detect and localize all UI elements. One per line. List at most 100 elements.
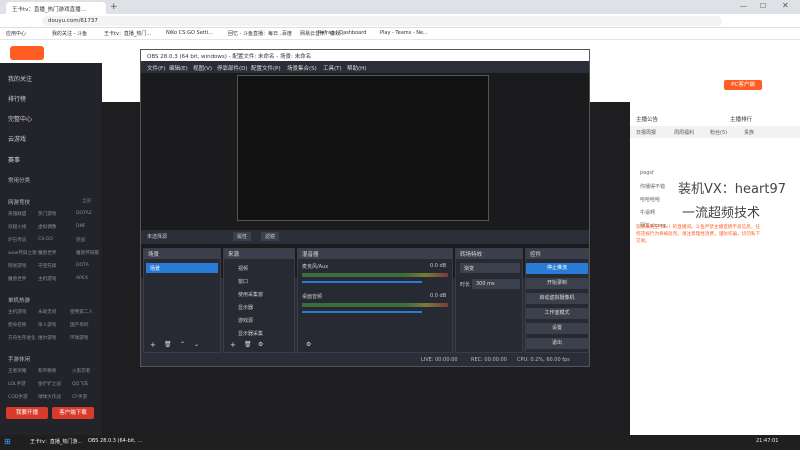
sidebar-game-link[interactable]: 金铲铲之战 — [38, 381, 61, 387]
sidebar-game-link[interactable]: 逆战 — [76, 237, 85, 243]
windows-start-icon[interactable]: ⊞ — [4, 437, 11, 446]
sidebar-game-link[interactable]: LOL手游 — [8, 381, 26, 387]
sidebar-game-link[interactable]: APEX — [76, 276, 88, 281]
tab-daily[interactable]: 日报周报 — [636, 129, 656, 136]
sidebar-game-link[interactable]: 热门游戏 — [38, 211, 56, 217]
minimize-window-button[interactable]: — — [740, 2, 747, 10]
filters-button[interactable]: 滤镜 — [261, 232, 280, 241]
stop-streaming-button[interactable]: 停止推流 — [526, 263, 588, 274]
add-scene-icon[interactable]: + — [150, 341, 156, 349]
sidebar-game-link[interactable]: 主机游戏 — [38, 276, 56, 282]
menu-tools[interactable]: 工具(T) — [323, 64, 342, 72]
sidebar-game-link[interactable]: COD手游 — [8, 394, 28, 400]
sidebar-item-esports[interactable]: 赛事 — [8, 155, 20, 164]
delete-scene-icon[interactable]: 🗑 — [164, 341, 172, 348]
bookmark-item[interactable]: 应用中心 — [6, 30, 26, 37]
source-item[interactable]: 视频 — [226, 263, 298, 273]
duration-input[interactable]: 300 ms — [472, 279, 520, 289]
menu-scene-collection[interactable]: 场景集合(S) — [287, 64, 317, 72]
address-input[interactable]: douyu.com/61737 — [42, 16, 722, 26]
tab-fans[interactable]: 粉丝(5) — [710, 129, 727, 136]
source-item[interactable]: 游戏源 — [226, 315, 298, 325]
sidebar-game-link[interactable]: 使命召唤 — [8, 322, 26, 328]
new-tab-button[interactable]: + — [110, 2, 118, 12]
sidebar-game-link[interactable]: 环球游戏 — [70, 335, 88, 341]
volume-slider[interactable] — [302, 311, 422, 313]
sidebar-item-rank[interactable]: 排行榜 — [8, 94, 26, 103]
add-source-icon[interactable]: + — [230, 341, 236, 349]
sidebar-game-link[interactable]: 球球大作战 — [38, 394, 61, 400]
menu-edit[interactable]: 编辑(E) — [169, 64, 188, 72]
sidebar-game-link[interactable]: 魔兽世界 — [8, 276, 26, 282]
studio-mode-button[interactable]: 工作室模式 — [526, 308, 588, 319]
bookmark-item[interactable]: NiKo CS:GO Setti... — [166, 30, 213, 36]
sidebar-game-link[interactable]: DOTA — [76, 263, 89, 268]
sidebar-game-link[interactable]: 单人游戏 — [38, 322, 56, 328]
settings-button[interactable]: 设置 — [526, 323, 588, 334]
sidebar-game-link[interactable]: 守望先锋 — [38, 263, 56, 269]
close-window-button[interactable]: ✕ — [782, 1, 789, 10]
sidebar-game-link[interactable]: CF手游 — [72, 394, 87, 400]
move-down-icon[interactable]: ⌄ — [194, 341, 199, 348]
sidebar-game-link[interactable]: QQ飞车 — [72, 381, 88, 387]
sidebar-game-link[interactable]: DOTA2 — [76, 211, 92, 216]
virtual-camera-button[interactable]: 启动虚拟摄像机 — [526, 293, 588, 304]
sidebar-game-link[interactable]: 网易游戏 — [8, 263, 26, 269]
sidebar-game-link[interactable]: 虚拟偶像 — [38, 224, 56, 230]
sidebar-game-link[interactable]: 火影忍者 — [72, 368, 90, 374]
scene-item[interactable]: 场景 — [146, 263, 218, 273]
source-item[interactable]: 使用采集窗 — [226, 289, 298, 299]
start-recording-button[interactable]: 开始录制 — [526, 278, 588, 289]
browser-tab[interactable]: 王卡tv：直播_热门游戏直播... — [6, 2, 106, 14]
properties-button[interactable]: 属性 — [233, 232, 252, 241]
download-client-button[interactable]: 客户端下载 — [52, 407, 94, 419]
sidebar-game-link[interactable]: 和平精英 — [38, 368, 56, 374]
sidebar-game-link[interactable]: 使用第二人 — [70, 309, 93, 315]
source-item[interactable]: 显示器 — [226, 302, 298, 312]
sidebar-game-link[interactable]: DNF — [76, 224, 86, 229]
sidebar-game-link[interactable]: 维尔游戏 — [38, 335, 56, 341]
menu-help[interactable]: 帮助(H) — [347, 64, 366, 72]
source-item[interactable]: 窗口 — [226, 276, 298, 286]
menu-docks[interactable]: 停靠部件(D) — [217, 64, 248, 72]
sidebar-game-link[interactable]: 炉石传说 — [8, 237, 26, 243]
taskbar-item[interactable]: OBS 28.0.3 (64-bit, ... — [88, 438, 142, 444]
sidebar-game-link[interactable]: CS:GO — [38, 237, 53, 242]
pc-client-button[interactable]: PC客户端 — [724, 80, 762, 90]
bookmark-item[interactable]: 百度 — [282, 30, 292, 37]
sidebar-game-link[interactable]: 方舟生存进化 — [8, 335, 36, 341]
sidebar-game-link[interactable]: 穿越火线 — [8, 224, 26, 230]
sidebar-item-center[interactable]: 完整中心 — [8, 114, 32, 123]
transition-select[interactable]: 渐变 — [460, 263, 520, 273]
sidebar-game-link[interactable]: 魔兽世界 — [38, 250, 56, 256]
bookmark-item[interactable]: Refrag | Dashboard — [318, 30, 366, 36]
gear-icon[interactable]: ⚙ — [258, 341, 263, 348]
tab-weekly[interactable]: 周周福利 — [674, 129, 694, 136]
sidebar-item-follow[interactable]: 我的关注 — [8, 74, 32, 83]
exit-button[interactable]: 退出 — [526, 338, 588, 349]
sidebar-item-cloud-game[interactable]: 云游戏 — [8, 134, 26, 143]
volume-slider[interactable] — [302, 281, 422, 283]
sidebar-game-link[interactable]: 国产单机 — [70, 322, 88, 328]
douyu-logo[interactable] — [10, 46, 44, 60]
bookmark-item[interactable]: Play - Teams - Ne... — [380, 30, 428, 36]
menu-view[interactable]: 视图(V) — [193, 64, 212, 72]
bookmark-item[interactable]: 回忆 - 斗鱼直播：每日... — [228, 30, 283, 37]
sidebar-game-link[interactable]: 英雄联盟 — [8, 211, 26, 217]
move-up-icon[interactable]: ⌃ — [180, 341, 185, 348]
mixer-settings-icon[interactable]: ⚙ — [306, 341, 311, 348]
sidebar-game-link[interactable]: 魔兽怀旧服 — [76, 250, 99, 256]
sidebar-game-link[interactable]: 王者荣耀 — [8, 368, 26, 374]
sidebar-game-link[interactable]: 永劫无间 — [38, 309, 56, 315]
bookmark-item[interactable]: 我的关注 - 斗鱼 — [52, 30, 87, 37]
delete-source-icon[interactable]: 🗑 — [244, 341, 252, 348]
bookmark-item[interactable]: 王卡tv：直播_热门... — [104, 30, 151, 37]
sidebar-more-link[interactable]: 全部 — [82, 198, 91, 204]
taskbar-item[interactable]: 王卡tv：直播_热门游... — [30, 438, 82, 445]
maximize-window-button[interactable]: ☐ — [760, 2, 766, 10]
menu-profile[interactable]: 配置文件(P) — [251, 64, 281, 72]
start-live-button[interactable]: 我要开播 — [6, 407, 48, 419]
tab-noble[interactable]: 贵族 — [744, 129, 754, 136]
sidebar-game-link[interactable]: 主机游戏 — [8, 309, 26, 315]
sidebar-game-link[interactable]: wow怀旧之歌 — [8, 250, 37, 256]
